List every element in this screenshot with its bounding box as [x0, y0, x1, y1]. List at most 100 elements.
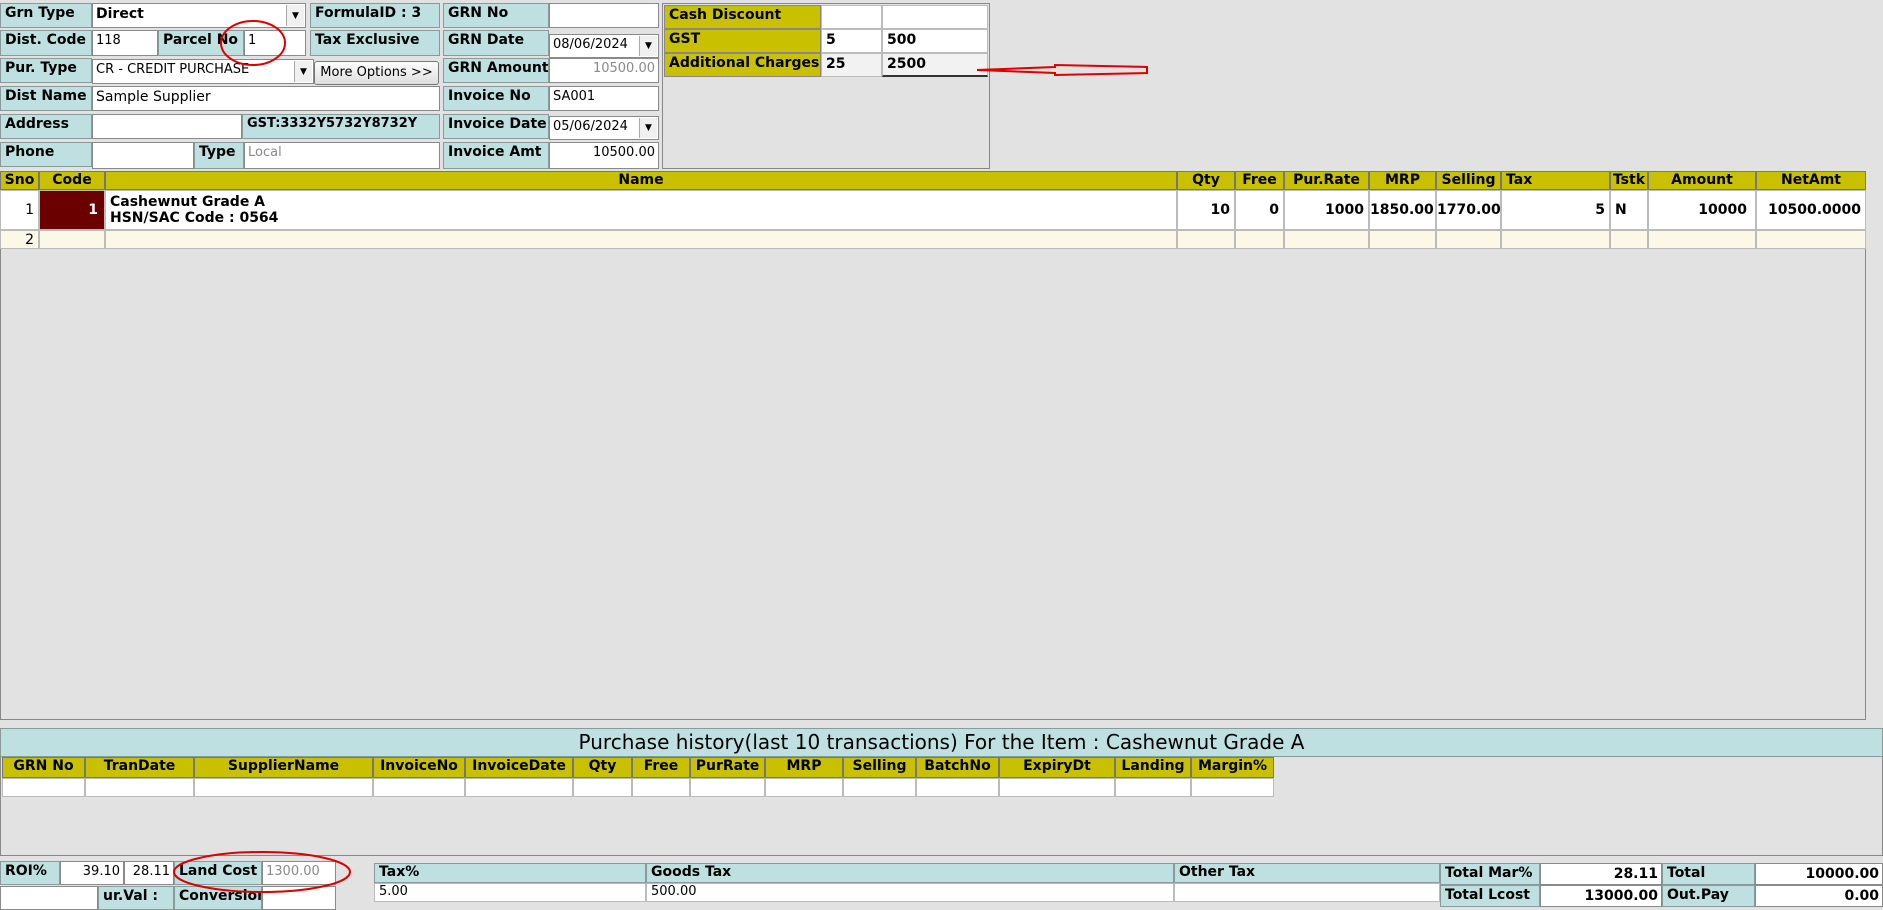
col-pur-rate: Pur.Rate [1284, 171, 1369, 190]
hist-col-qty: Qty [573, 757, 632, 778]
more-options-button[interactable]: More Options >> [314, 61, 439, 85]
dist-name-label: Dist Name [0, 86, 92, 111]
cash-discount-pct-input[interactable] [821, 5, 882, 29]
parcel-no-input[interactable]: 1 [244, 30, 306, 56]
tax-pct-value: 5.00 [374, 883, 646, 902]
formula-id-label: FormulaID : 3 [310, 3, 440, 28]
chevron-down-icon[interactable]: ▼ [639, 118, 657, 138]
hist-cell [690, 778, 765, 797]
row-mrp[interactable] [1369, 230, 1436, 249]
hist-cell [916, 778, 999, 797]
hist-cell [1115, 778, 1191, 797]
additional-charges-amount-input[interactable]: 2500 [882, 53, 988, 77]
pur-val-box [0, 886, 98, 910]
total-mar-label: Total Mar% [1440, 863, 1540, 885]
invoice-date-value: 05/06/2024 [553, 119, 628, 134]
total-label: Total [1662, 863, 1755, 885]
invoice-date-label: Invoice Date [443, 114, 549, 139]
grn-type-value: Direct [96, 6, 144, 22]
grn-no-label: GRN No [443, 3, 549, 28]
row-name-cell[interactable]: Cashewnut Grade A HSN/SAC Code : 0564 [105, 190, 1177, 230]
hist-cell [573, 778, 632, 797]
hist-cell [999, 778, 1115, 797]
cash-discount-label: Cash Discount [664, 5, 821, 29]
land-cost-label: Land Cost [174, 861, 262, 885]
row-code-cell[interactable]: 1 [39, 190, 105, 230]
total-lcost-label: Total Lcost [1440, 885, 1540, 907]
row-free[interactable] [1235, 230, 1284, 249]
hist-col-margin: Margin% [1191, 757, 1274, 778]
row-qty[interactable]: 10 [1177, 190, 1235, 230]
gst-pct-input[interactable]: 5 [821, 29, 882, 53]
hist-col-purrate: PurRate [690, 757, 765, 778]
chevron-down-icon[interactable]: ▼ [294, 61, 312, 82]
parcel-no-label: Parcel No [158, 30, 244, 56]
total-lcost-value: 13000.00 [1540, 885, 1662, 907]
hist-col-selling: Selling [843, 757, 916, 778]
grn-no-input[interactable] [549, 3, 659, 28]
col-free: Free [1235, 171, 1284, 190]
other-tax-header: Other Tax [1174, 863, 1440, 883]
out-pay-label: Out.Pay [1662, 885, 1755, 907]
invoice-amt-input[interactable]: 10500.00 [549, 142, 659, 169]
type-field: Local [244, 142, 440, 169]
row-qty[interactable] [1177, 230, 1235, 249]
total-mar-value: 28.11 [1540, 863, 1662, 885]
hist-col-grn-no: GRN No [2, 757, 85, 778]
hist-col-mrp: MRP [765, 757, 843, 778]
dist-code-input[interactable]: 118 [92, 30, 158, 56]
row-code-cell[interactable] [39, 230, 105, 249]
type-label: Type [194, 142, 244, 169]
row-name-cell[interactable] [105, 230, 1177, 249]
address-input[interactable] [92, 114, 242, 139]
col-tstk: Tstk [1610, 171, 1648, 190]
total-value: 10000.00 [1755, 863, 1883, 885]
cash-discount-amount-input[interactable] [882, 5, 988, 29]
col-mrp: MRP [1369, 171, 1436, 190]
row-sno: 1 [0, 190, 39, 230]
additional-charges-pct-input[interactable]: 25 [821, 53, 882, 77]
row-tstk[interactable] [1610, 230, 1648, 249]
row-selling[interactable] [1436, 230, 1501, 249]
hist-col-invoice-no: InvoiceNo [373, 757, 465, 778]
pur-type-select[interactable]: CR - CREDIT PURCHASE ▼ [92, 59, 314, 84]
chevron-down-icon[interactable]: ▼ [286, 5, 304, 26]
purchase-history-title: Purchase history(last 10 transactions) F… [0, 728, 1883, 757]
row-selling[interactable]: 1770.00 [1436, 190, 1501, 230]
row-amount: 10000 [1648, 190, 1756, 230]
grn-date-label: GRN Date [443, 30, 549, 56]
hist-col-invoice-date: InvoiceDate [465, 757, 573, 778]
hist-col-trandate: TranDate [85, 757, 194, 778]
row-tax[interactable] [1501, 230, 1610, 249]
grn-date-picker[interactable]: 08/06/2024 ▼ [549, 34, 659, 58]
row-sno: 2 [0, 230, 39, 249]
grn-amount-field: 10500.00 [549, 58, 659, 83]
row-pur-rate[interactable] [1284, 230, 1369, 249]
gst-label: GST [664, 29, 821, 53]
pur-type-value: CR - CREDIT PURCHASE [96, 62, 250, 77]
item-grid-area [0, 171, 1866, 720]
additional-charges-label: Additional Charges [664, 53, 821, 77]
col-amount: Amount [1648, 171, 1756, 190]
chevron-down-icon[interactable]: ▼ [639, 36, 657, 56]
row-tstk[interactable]: N [1610, 190, 1648, 230]
hist-col-batchno: BatchNo [916, 757, 999, 778]
phone-input[interactable] [92, 142, 194, 169]
arrow-icon [976, 63, 1148, 77]
invoice-no-input[interactable]: SA001 [549, 86, 659, 111]
dist-name-input[interactable]: Sample Supplier [92, 86, 440, 111]
pur-val-label: ur.Val : [98, 886, 174, 910]
hist-cell [465, 778, 573, 797]
row-amount [1648, 230, 1756, 249]
address-label: Address [0, 114, 92, 139]
row-mrp[interactable]: 1850.00 [1369, 190, 1436, 230]
hist-cell [2, 778, 85, 797]
grn-type-select[interactable]: Direct ▼ [92, 3, 306, 28]
conversion-input[interactable] [262, 886, 336, 910]
hist-cell [632, 778, 690, 797]
row-tax[interactable]: 5 [1501, 190, 1610, 230]
invoice-date-picker[interactable]: 05/06/2024 ▼ [549, 116, 659, 140]
gst-amount-input[interactable]: 500 [882, 29, 988, 53]
row-free[interactable]: 0 [1235, 190, 1284, 230]
row-pur-rate[interactable]: 1000 [1284, 190, 1369, 230]
